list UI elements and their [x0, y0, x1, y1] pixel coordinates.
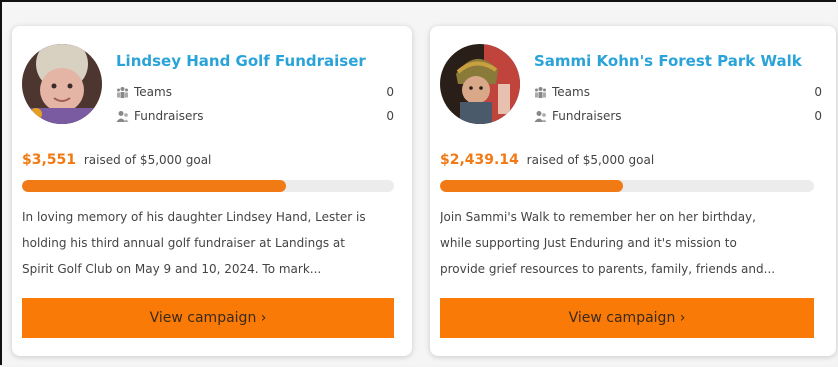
- campaign-list: Lindsey Hand Golf Fundraiser Teams 0 Fun…: [0, 0, 836, 365]
- teams-label: Teams: [552, 85, 590, 99]
- campaign-avatar[interactable]: [22, 44, 102, 124]
- teams-row: Teams 0: [534, 84, 822, 102]
- campaign-description: In loving memory of his daughter Lindsey…: [22, 204, 406, 282]
- fundraisers-label: Fundraisers: [552, 109, 622, 123]
- fundraisers-row: Fundraisers 0: [534, 108, 822, 126]
- raised-goal-text: raised of $5,000 goal: [526, 153, 655, 167]
- raised-amount: $2,439.14: [440, 152, 519, 168]
- campaign-title-link[interactable]: Lindsey Hand Golf Fundraiser: [116, 52, 366, 70]
- campaign-card: Lindsey Hand Golf Fundraiser Teams 0 Fun…: [12, 26, 412, 356]
- progress-bar: [440, 180, 814, 192]
- teams-row: Teams 0: [116, 84, 394, 102]
- progress-fill: [22, 180, 287, 192]
- teams-label: Teams: [134, 85, 172, 99]
- portrait-photo-icon: [440, 44, 520, 124]
- fundraisers-row: Fundraisers 0: [116, 108, 394, 126]
- fundraisers-icon: [534, 111, 547, 122]
- campaign-title-link[interactable]: Sammi Kohn's Forest Park Walk: [534, 52, 802, 70]
- fundraisers-count: 0: [386, 109, 394, 123]
- teams-count: 0: [386, 85, 394, 99]
- description-line: while supporting Just Enduring and it's …: [440, 236, 737, 250]
- description-line: Join Sammi's Walk to remember her on her…: [440, 210, 756, 224]
- progress-bar: [22, 180, 394, 192]
- campaign-card: Sammi Kohn's Forest Park Walk Teams 0 Fu…: [430, 26, 836, 356]
- raised-amount: $3,551: [22, 152, 77, 168]
- fundraisers-icon: [116, 111, 129, 122]
- raised-summary: $3,551 raised of $5,000 goal: [22, 152, 211, 168]
- fundraisers-count: 0: [814, 109, 822, 123]
- raised-goal-text: raised of $5,000 goal: [83, 153, 212, 167]
- teams-icon: [535, 87, 546, 98]
- description-line: Spirit Golf Club on May 9 and 10, 2024. …: [22, 262, 322, 276]
- description-line: In loving memory of his daughter Lindsey…: [22, 210, 366, 224]
- campaign-avatar[interactable]: [440, 44, 520, 124]
- view-campaign-button[interactable]: View campaign ›: [440, 298, 814, 338]
- progress-fill: [440, 180, 624, 192]
- portrait-photo-icon: [22, 44, 102, 124]
- teams-count: 0: [814, 85, 822, 99]
- description-line: holding his third annual golf fundraiser…: [22, 236, 345, 250]
- teams-icon: [117, 87, 128, 98]
- raised-summary: $2,439.14 raised of $5,000 goal: [440, 152, 654, 168]
- view-campaign-button[interactable]: View campaign ›: [22, 298, 394, 338]
- description-line: provide grief resources to parents, fami…: [440, 262, 776, 276]
- fundraisers-label: Fundraisers: [134, 109, 204, 123]
- campaign-description: Join Sammi's Walk to remember her on her…: [440, 204, 826, 282]
